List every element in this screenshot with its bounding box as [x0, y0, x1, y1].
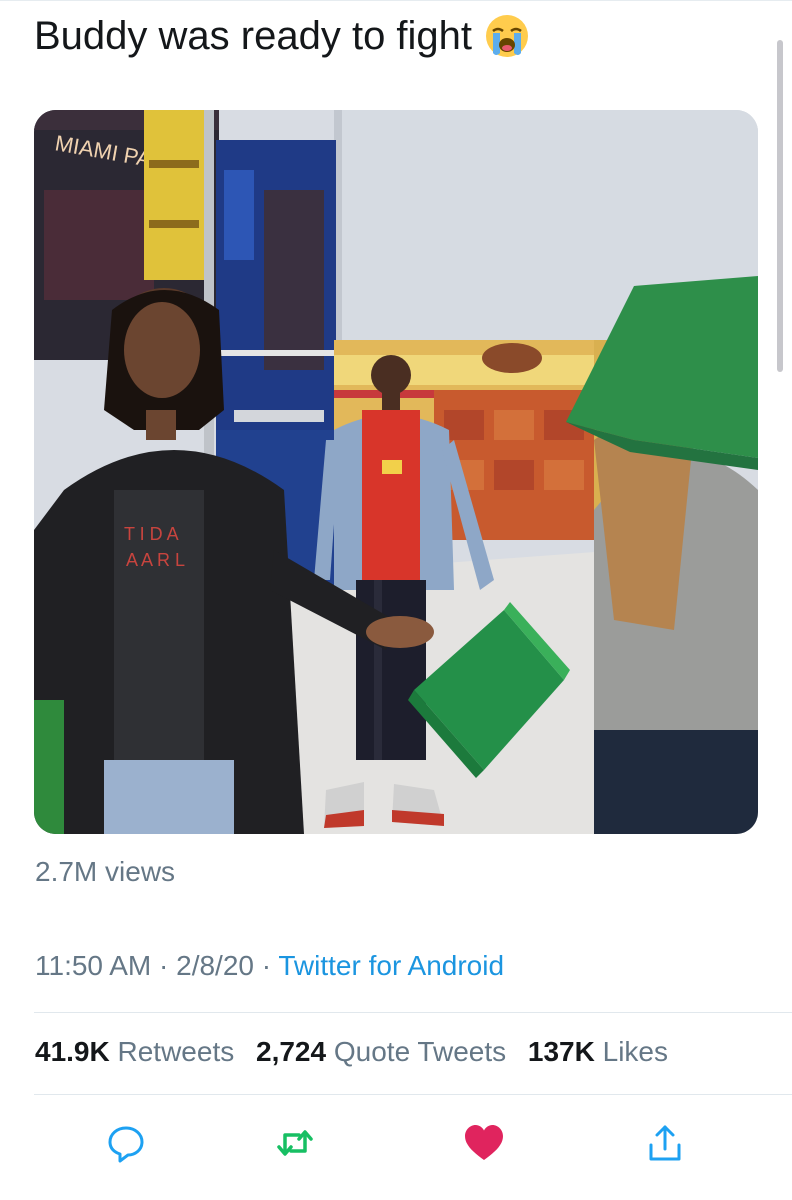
reply-button[interactable] [101, 1118, 151, 1168]
heart-icon [465, 1125, 503, 1160]
loudly-crying-face-icon [484, 13, 530, 59]
scrollbar[interactable] [777, 40, 783, 372]
svg-text:T I D A: T I D A [124, 524, 179, 544]
share-button[interactable] [640, 1118, 690, 1168]
quote-tweets-count: 2,724 [256, 1036, 327, 1067]
reply-icon [108, 1126, 144, 1163]
view-count: 2.7M views [35, 856, 176, 887]
meta-separator: · [261, 950, 272, 981]
quote-tweets-label: Quote Tweets [333, 1036, 507, 1067]
tweet-time: 11:50 AM [35, 950, 152, 981]
svg-text:A A R L: A A R L [126, 550, 185, 570]
quote-tweets-stat[interactable]: 2,724 Quote Tweets [256, 1036, 506, 1067]
video-player[interactable]: MIAMI PARTY T I D A A A R L [34, 110, 758, 834]
retweets-count: 41.9K [35, 1036, 110, 1067]
tweet-text: Buddy was ready to fight [34, 12, 530, 60]
video-frame: MIAMI PARTY T I D A A A R L [34, 110, 758, 834]
likes-count: 137K [527, 1036, 595, 1067]
action-bar [0, 1118, 792, 1168]
retweets-stat[interactable]: 41.9K Retweets [35, 1036, 234, 1067]
tweet-date: 2/8/20 [176, 950, 254, 981]
divider [34, 1012, 792, 1013]
divider [34, 1094, 792, 1095]
tweet-meta: 11:50 AM · 2/8/20 · Twitter for Android [35, 950, 504, 982]
meta-separator: · [159, 950, 169, 981]
like-button[interactable] [459, 1118, 509, 1168]
tweet-text-content: Buddy was ready to fight [34, 14, 473, 58]
retweets-label: Retweets [117, 1036, 235, 1067]
source-link[interactable]: Twitter for Android [278, 950, 504, 981]
retweet-button[interactable] [270, 1118, 320, 1168]
share-icon [649, 1125, 681, 1161]
retweet-icon [277, 1130, 313, 1156]
top-divider [0, 0, 792, 1]
likes-stat[interactable]: 137K Likes [528, 1036, 668, 1067]
engagement-stats: 41.9K Retweets 2,724 Quote Tweets 137K L… [35, 1036, 668, 1068]
likes-label: Likes [602, 1036, 668, 1067]
